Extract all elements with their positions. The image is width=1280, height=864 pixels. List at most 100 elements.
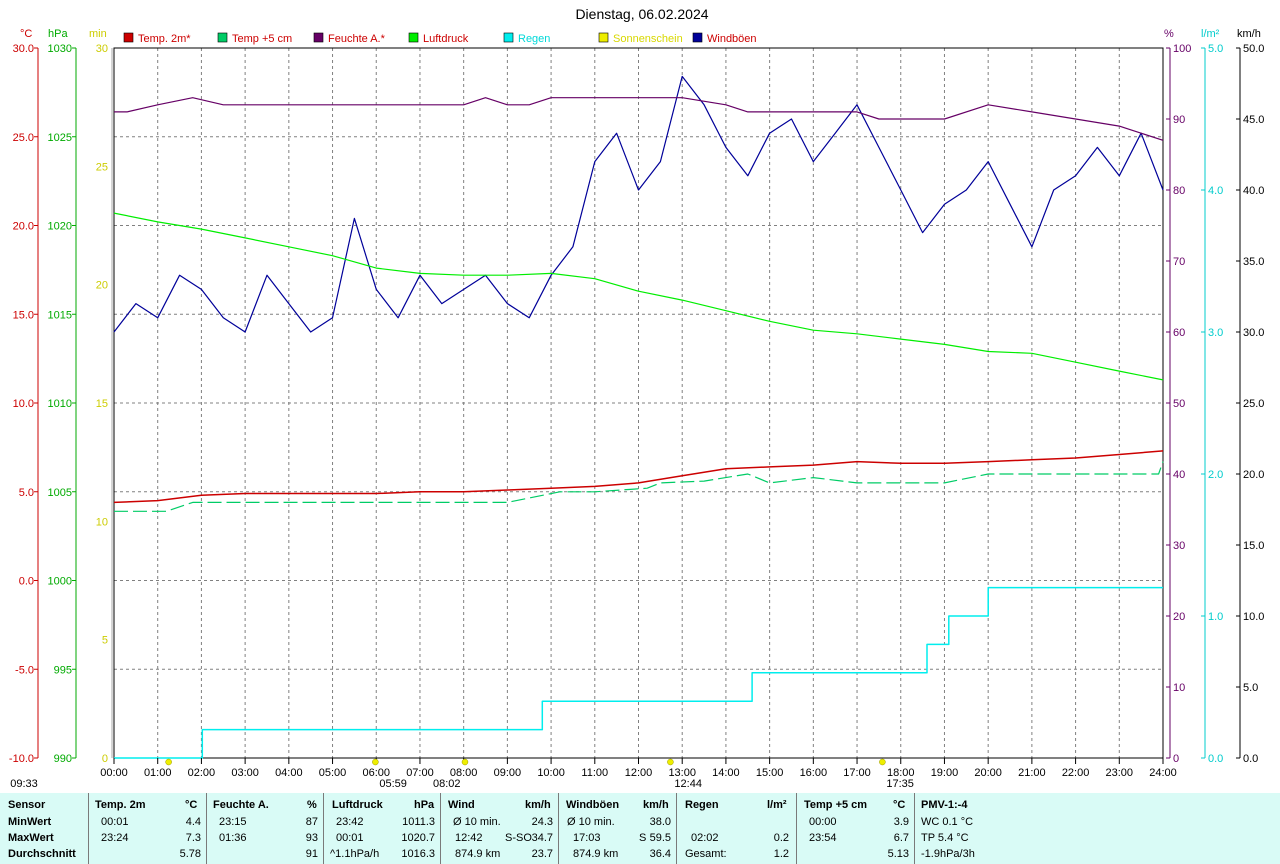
sun-marker [165, 758, 172, 766]
gusts-unit: km/h [643, 799, 669, 811]
pressure-column: Luftdruck hPa 23:42 1011.3 00:01 1020.7 … [323, 793, 441, 864]
legend-swatch [123, 32, 134, 43]
legend-swatch [692, 32, 703, 43]
temp2m-column: Temp. 2m °C 00:01 4.4 23:24 7.3 5.78 [88, 793, 207, 864]
temp5-min-value: 3.9 [893, 816, 909, 828]
rain-column: Regen l/m² 02:02 0.2 Gesamt: 1.2 [676, 793, 797, 864]
temp2m-avg: 5.78 [179, 848, 201, 860]
sun-tick-label: 30 [96, 43, 108, 55]
wind-header: Wind [448, 799, 475, 811]
humidity-tick-label: 30 [1173, 540, 1185, 552]
sun-axis-unit: min [89, 28, 107, 40]
temp2m-min-time: 00:01 [101, 816, 129, 828]
pressure-header: Luftdruck [332, 799, 383, 811]
rain-tick-label: 4.0 [1208, 185, 1223, 197]
x-tick-label: 01:00 [144, 767, 172, 779]
legend-label: Temp +5 cm [232, 33, 292, 45]
humidity-tick-label: 90 [1173, 114, 1185, 126]
weather-chart: Dienstag, 06.02.2024 Temp. 2m* Temp +5 cm… [9, 6, 1265, 790]
rain-tick-label: 1.0 [1208, 611, 1223, 623]
rain-unit: l/m² [767, 799, 787, 811]
rain-tick-label: 5.0 [1208, 43, 1223, 55]
pressure-max-time: 00:01 [336, 832, 364, 844]
temp5-header: Temp +5 cm [804, 799, 868, 811]
temp5-avg: 5.13 [887, 848, 909, 860]
sun-marker [667, 758, 674, 766]
sun-tick-label: 25 [96, 161, 108, 173]
statistics-table: Sensor MinWert MaxWert Durchschnitt Temp… [0, 793, 1280, 864]
humidity-avg: 91 [305, 848, 318, 860]
temp-tick-label: -10.0 [9, 753, 34, 765]
legend-swatch [408, 32, 419, 43]
gusts-avg10-label: Ø 10 min. [567, 816, 615, 828]
x-tick-label: 04:00 [275, 767, 303, 779]
wind-axis-unit: km/h [1237, 28, 1261, 40]
humidity-max-time: 01:36 [219, 832, 247, 844]
temp-tick-label: 10.0 [13, 398, 34, 410]
legend-label: Sonnenschein [613, 33, 683, 45]
humidity-tick-label: 10 [1173, 682, 1185, 694]
temp2m-max-time: 23:24 [101, 832, 129, 844]
pmv-dewpoint: TP 5.4 °C [921, 832, 969, 844]
wind-tick-label: 0.0 [1243, 753, 1258, 765]
x-tick-label: 15:00 [756, 767, 784, 779]
pmv-windchill: WC 0.1 °C [921, 816, 974, 828]
pressure-max-value: 1020.7 [401, 832, 435, 844]
temp2m-unit: °C [185, 799, 198, 811]
gusts-avg: 36.4 [649, 848, 671, 860]
wind-max-time: 12:42 [455, 832, 483, 844]
gusts-avg10-value: 38.0 [649, 816, 671, 828]
humidity-tick-label: 60 [1173, 327, 1185, 339]
temp2m-max-value: 7.3 [185, 832, 201, 844]
sun-tick-label: 15 [96, 398, 108, 410]
wind-max-direction: S-SO [505, 832, 532, 844]
wind-max-value: 34.7 [531, 832, 553, 844]
temp2m-header: Temp. 2m [95, 799, 146, 811]
humidity-tick-label: 40 [1173, 469, 1185, 481]
humidity-tick-label: 50 [1173, 398, 1185, 410]
humidity-unit: % [307, 799, 317, 811]
pressure-tick-label: 1000 [48, 576, 72, 588]
legend-swatch [503, 32, 514, 43]
temp2m-min-value: 4.4 [185, 816, 201, 828]
pressure-min-time: 23:42 [336, 816, 364, 828]
wind-tick-label: 45.0 [1243, 114, 1264, 126]
temp-tick-label: 5.0 [19, 487, 34, 499]
pmv-header: PMV-1:-4 [921, 799, 968, 811]
sun-tick-label: 5 [102, 635, 108, 647]
humidity-max-value: 93 [305, 832, 318, 844]
pressure-trend: ^1.1hPa/h [330, 848, 380, 860]
wind-avg: 23.7 [531, 848, 553, 860]
gusts-column: Windböen km/h Ø 10 min. 38.0 17:03 S 59.… [558, 793, 677, 864]
pmv-column: PMV-1:-4 WC 0.1 °C TP 5.4 °C -1.9hPa/3h [914, 793, 1280, 864]
rain-tick-label: 0.0 [1208, 753, 1223, 765]
temp-tick-label: 15.0 [13, 309, 34, 321]
x-tick-label: 03:00 [231, 767, 259, 779]
temp-axis-unit: °C [20, 28, 32, 40]
rain-start-value: 0.2 [773, 832, 789, 844]
wind-tick-label: 10.0 [1243, 611, 1264, 623]
legend-label: Temp. 2m* [138, 33, 191, 45]
x-tick-label: 22:00 [1062, 767, 1090, 779]
x-tick-label: 07:00 [406, 767, 434, 779]
sun-marker [879, 758, 886, 766]
humidity-tick-label: 80 [1173, 185, 1185, 197]
chart-axes: °C hPa min% l/m² km/h -10.0 -5.0 0.0 5.0 10.0 15.0… [9, 28, 1265, 765]
pressure-tick-label: 990 [54, 753, 72, 765]
sun-tick-label: 10 [96, 516, 108, 528]
sun-marker-label: 08:02 [433, 778, 461, 790]
pmv-pressure-trend: -1.9hPa/3h [921, 848, 975, 860]
pressure-tick-label: 1020 [48, 221, 72, 233]
wind-distance: 874.9 km [455, 848, 501, 860]
humidity-tick-label: 100 [1173, 43, 1191, 55]
gusts-max-value: 59.5 [649, 832, 671, 844]
x-tick-label: 12:00 [625, 767, 653, 779]
legend-label: Regen [518, 33, 550, 45]
wind-avg10-label: Ø 10 min. [453, 816, 501, 828]
sun-marker [461, 758, 469, 766]
x-tick-label: 21:00 [1018, 767, 1046, 779]
rain-start-time: 02:02 [691, 832, 719, 844]
rain-header: Regen [685, 799, 719, 811]
wind-tick-label: 5.0 [1243, 682, 1258, 694]
row-label-avg: Durchschnitt [8, 848, 76, 860]
